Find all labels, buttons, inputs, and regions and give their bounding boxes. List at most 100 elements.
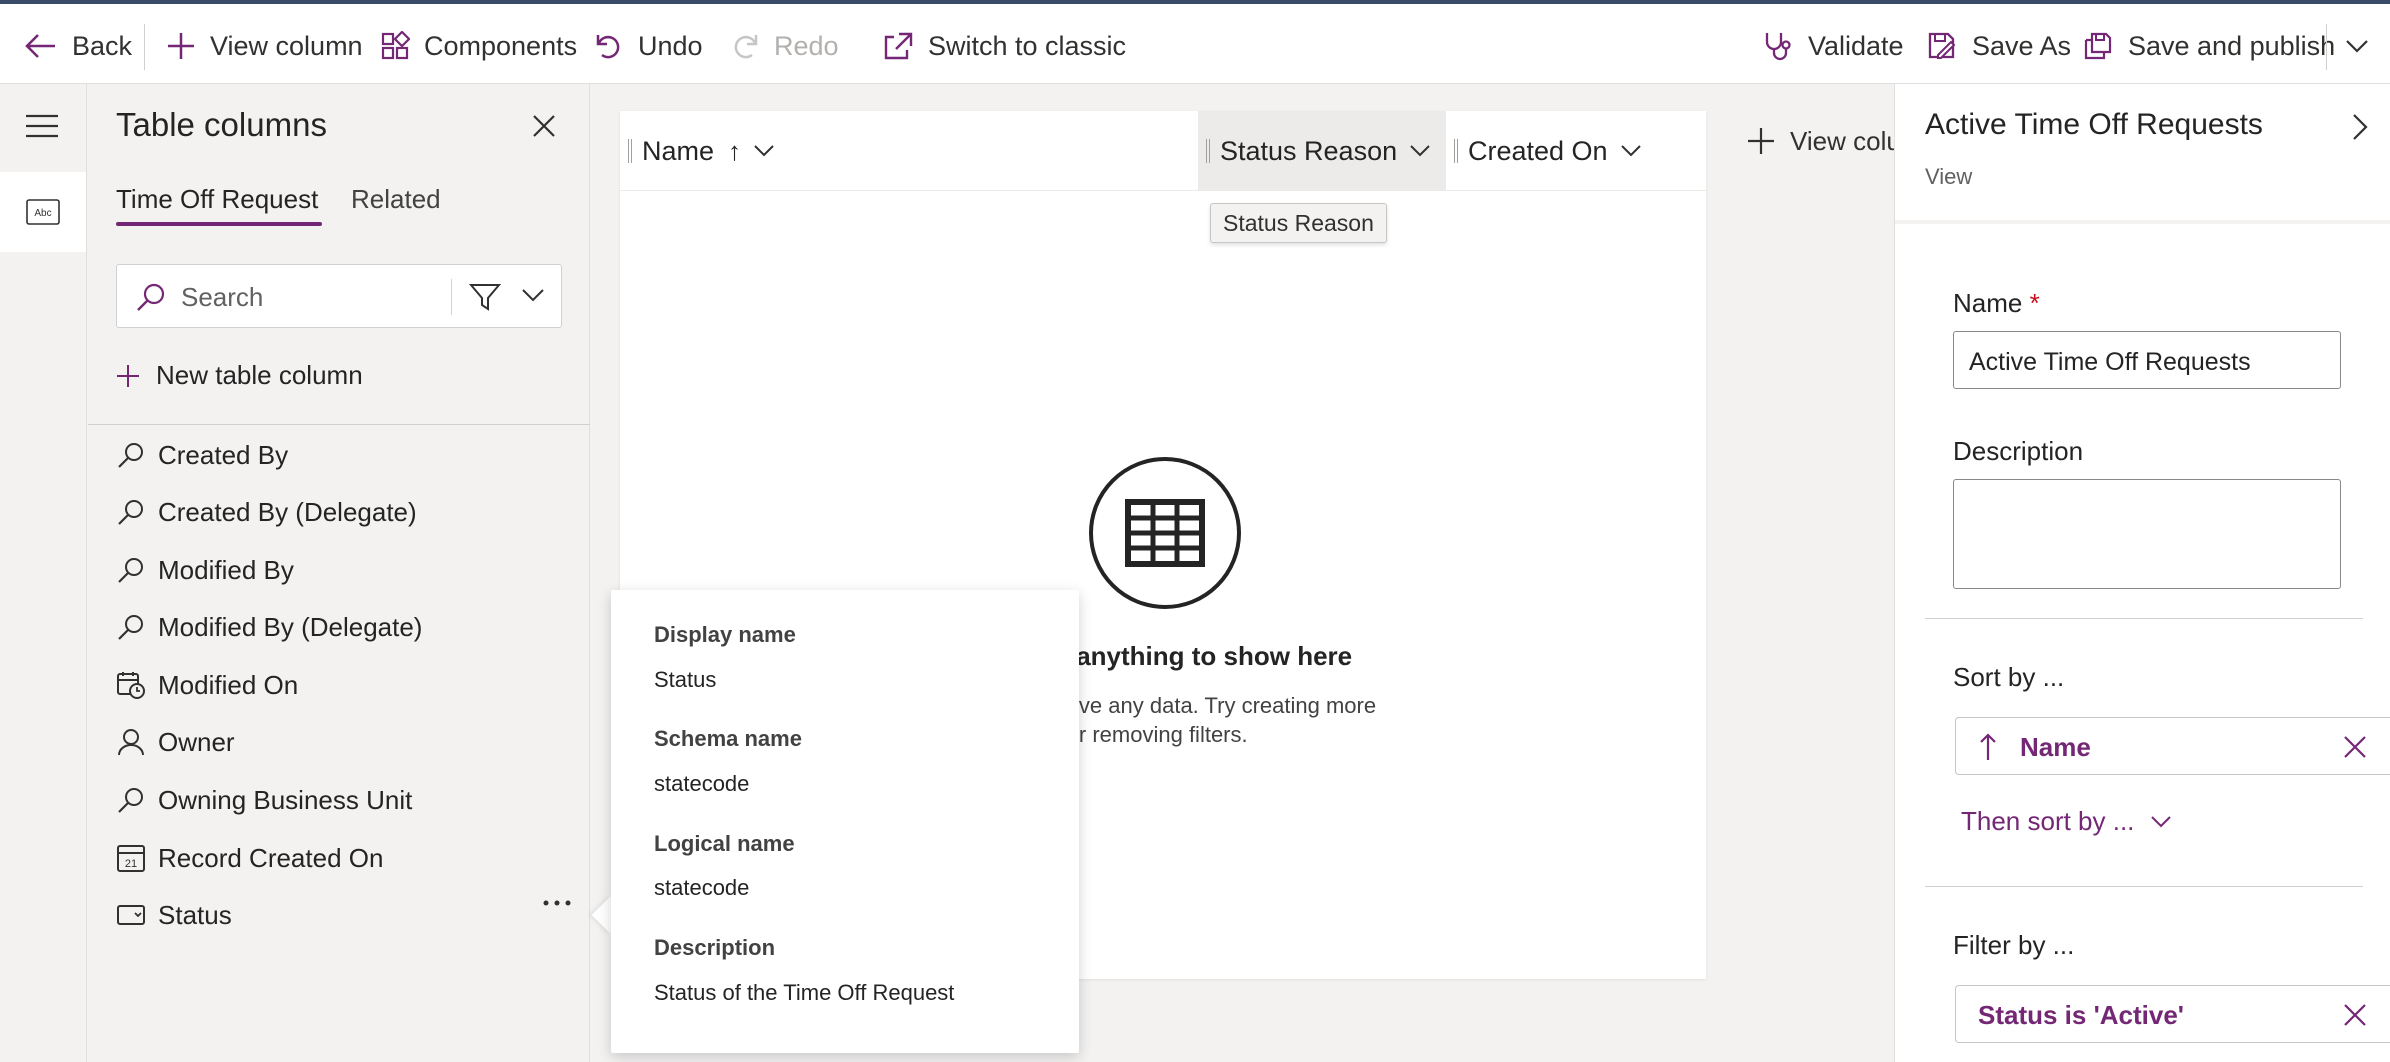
lookup-icon	[118, 443, 143, 468]
more-options-icon[interactable]	[542, 897, 572, 909]
tab-related[interactable]: Related	[351, 184, 441, 215]
back-label: Back	[72, 30, 133, 61]
save-as-button[interactable]: Save As	[1926, 8, 2071, 84]
add-view-column-button[interactable]: View colu	[1746, 118, 1901, 164]
back-button[interactable]: Back	[24, 8, 132, 84]
table-columns-nav[interactable]: Abc	[0, 172, 86, 252]
column-header-label: Name	[642, 135, 715, 166]
empty-state-text: ot have any data. Try creating more rds …	[1030, 691, 1450, 749]
column-item-owner[interactable]: Owner	[116, 722, 235, 762]
calendar-icon: 21	[117, 845, 145, 872]
view-properties-pane: Active Time Off Requests View Name * Act…	[1894, 84, 2390, 1062]
text-field-icon: Abc	[26, 199, 60, 225]
then-sort-by-button[interactable]: Then sort by ...	[1961, 806, 2172, 837]
sort-condition-label: Name	[2020, 732, 2091, 762]
active-tab-indicator	[116, 222, 322, 226]
save-publish-icon	[2084, 32, 2112, 60]
resize-grip[interactable]	[1454, 139, 1458, 163]
column-header-status-reason[interactable]: Status Reason	[1198, 111, 1446, 191]
column-item-status[interactable]: Status	[116, 895, 232, 935]
close-icon[interactable]	[530, 112, 558, 140]
remove-sort-icon[interactable]	[2342, 734, 2368, 760]
resize-grip[interactable]	[1206, 139, 1210, 163]
column-tooltip: Status Reason	[1210, 203, 1387, 243]
new-table-column-button[interactable]: New table column	[116, 360, 363, 391]
chevron-down-icon	[1410, 145, 1430, 157]
filter-by-label: Filter by ...	[1953, 930, 2075, 960]
column-header-created-on[interactable]: Created On	[1454, 111, 1706, 191]
save-and-publish-button[interactable]: Save and publish	[2082, 8, 2335, 84]
search-input[interactable]: Search	[181, 282, 263, 313]
display-name-value: Status	[654, 667, 717, 692]
chevron-down-icon	[2151, 815, 2172, 827]
description-label: Description	[1953, 436, 2084, 466]
open-external-icon	[884, 32, 913, 60]
arrow-up-icon	[1980, 733, 1996, 760]
plus-icon	[1748, 128, 1774, 154]
column-item-created-by[interactable]: Created By	[116, 435, 288, 475]
column-item-label: Created By	[158, 439, 289, 470]
empty-state-line: ot have any data. Try creating more	[1030, 693, 1377, 718]
column-item-label: Modified By (Delegate)	[158, 611, 423, 642]
column-item-created-by-delegate[interactable]: Created By (Delegate)	[116, 492, 417, 532]
search-icon	[135, 281, 167, 313]
column-item-label: Record Created On	[158, 842, 384, 873]
chevron-right-icon[interactable]	[2351, 112, 2369, 142]
divider	[1895, 220, 2390, 224]
schema-name-label: Schema name	[654, 726, 802, 751]
empty-state-title: ind anything to show here	[1030, 641, 1353, 671]
redo-button[interactable]: Redo	[730, 8, 839, 84]
chevron-down-icon	[1620, 145, 1641, 157]
view-column-button[interactable]: View column	[166, 8, 363, 84]
column-item-label: Owning Business Unit	[158, 784, 413, 815]
filter-icon[interactable]	[469, 281, 501, 313]
plus-icon	[168, 33, 194, 59]
lookup-icon	[118, 788, 143, 813]
tab-time-off-request[interactable]: Time Off Request	[116, 184, 318, 215]
sort-ascending-icon: ↑	[728, 135, 742, 166]
components-label: Components	[424, 30, 578, 61]
components-button[interactable]: Components	[380, 8, 577, 84]
table-columns-panel: Table columns Time Off Request Related S…	[88, 84, 590, 1062]
chevron-down-icon[interactable]	[521, 287, 545, 303]
name-field[interactable]: Active Time Off Requests	[1953, 331, 2341, 389]
new-table-column-label: New table column	[156, 360, 363, 390]
choice-icon	[117, 905, 145, 925]
name-label-text: Name	[1953, 288, 2023, 318]
validate-button[interactable]: Validate	[1762, 8, 1904, 84]
column-item-record-created-on[interactable]: 21 Record Created On	[116, 838, 383, 878]
column-item-modified-by-delegate[interactable]: Modified By (Delegate)	[116, 607, 422, 647]
undo-button[interactable]: Undo	[594, 8, 703, 84]
logical-name-label: Logical name	[654, 831, 795, 856]
table-icon	[1088, 456, 1242, 610]
column-header-label: Created On	[1468, 135, 1608, 166]
svg-text:Abc: Abc	[34, 208, 51, 219]
schema-name-value: statecode	[654, 771, 750, 796]
calendar-clock-icon	[117, 672, 145, 699]
filter-condition[interactable]: Status is 'Active'	[1955, 985, 2390, 1043]
remove-filter-icon[interactable]	[2342, 1002, 2368, 1028]
divider	[1925, 886, 2363, 887]
sort-condition[interactable]: Name	[1955, 717, 2390, 775]
column-item-modified-on[interactable]: Modified On	[116, 665, 298, 705]
divider	[1925, 618, 2363, 619]
svg-text:21: 21	[125, 858, 137, 870]
name-field-value: Active Time Off Requests	[1969, 348, 2251, 376]
hamburger-menu-icon[interactable]	[22, 112, 62, 140]
logical-name-value: statecode	[654, 875, 750, 900]
column-item-modified-by[interactable]: Modified By	[116, 550, 294, 590]
column-item-owning-business-unit[interactable]: Owning Business Unit	[116, 780, 412, 820]
undo-label: Undo	[638, 30, 703, 61]
switch-to-classic-button[interactable]: Switch to classic	[882, 8, 1126, 84]
panel-title: Table columns	[116, 106, 327, 143]
column-header-name[interactable]: Name ↑	[628, 111, 1198, 191]
filter-condition-label: Status is 'Active'	[1978, 1000, 2184, 1030]
description-field[interactable]	[1953, 479, 2341, 589]
save-options-dropdown[interactable]	[2344, 8, 2384, 84]
save-and-publish-label: Save and publish	[2128, 30, 2336, 61]
name-label: Name *	[1953, 288, 2040, 319]
resize-grip[interactable]	[628, 139, 632, 163]
sort-by-label: Sort by ...	[1953, 662, 2065, 692]
display-name-label: Display name	[654, 622, 796, 647]
divider	[88, 424, 590, 425]
